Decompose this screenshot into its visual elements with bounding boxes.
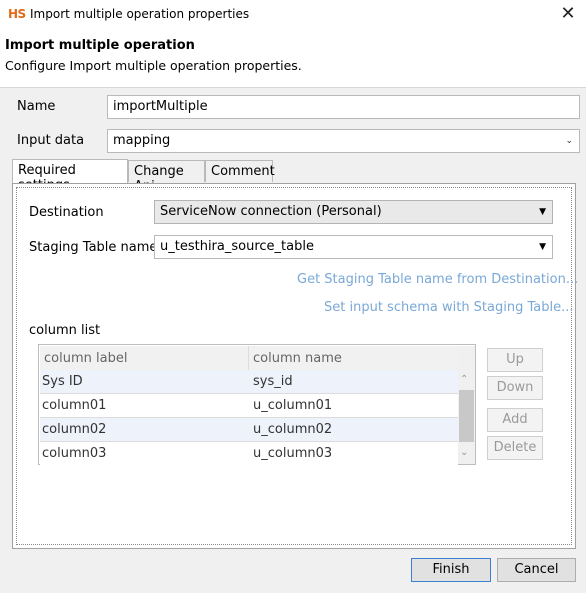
destination-select[interactable]: ServiceNow connection (Personal) ▼ bbox=[154, 200, 553, 224]
table-cell[interactable]: u_column01 bbox=[253, 398, 332, 413]
column-header[interactable]: column label bbox=[44, 351, 127, 366]
cancel-button[interactable]: Cancel bbox=[497, 558, 576, 582]
table-row[interactable] bbox=[40, 370, 458, 394]
get-staging-link[interactable]: Get Staging Table name from Destination.… bbox=[297, 272, 578, 287]
up-button[interactable]: Up bbox=[487, 348, 543, 372]
column-list-label: column list bbox=[29, 323, 101, 338]
scroll-down-icon[interactable]: ⌄ bbox=[460, 447, 468, 458]
tab-comment[interactable]: Comment bbox=[205, 160, 275, 182]
table-cell[interactable]: column03 bbox=[42, 446, 106, 461]
dialog-description: Configure Import multiple operation prop… bbox=[5, 58, 302, 73]
input-data-select[interactable]: mapping ⌄ bbox=[107, 129, 580, 153]
staging-table-combo[interactable]: u_testhira_source_table ▼ bbox=[154, 235, 553, 259]
scrollbar-thumb[interactable] bbox=[459, 390, 474, 442]
finish-button[interactable]: Finish bbox=[411, 558, 491, 582]
set-schema-link[interactable]: Set input schema with Staging Table... bbox=[324, 300, 574, 315]
tab-change-api[interactable]: Change Api bbox=[128, 160, 205, 194]
table-cell[interactable]: sys_id bbox=[253, 374, 293, 389]
scroll-up-icon[interactable]: ⌃ bbox=[460, 374, 468, 385]
table-cell[interactable]: column01 bbox=[42, 398, 106, 413]
down-button[interactable]: Down bbox=[487, 376, 543, 400]
window-title: Import multiple operation properties bbox=[30, 7, 250, 21]
dropdown-arrow-icon: ▼ bbox=[539, 207, 546, 217]
input-data-label: Input data bbox=[17, 133, 85, 148]
app-logo-icon: HS bbox=[8, 7, 26, 21]
delete-button[interactable]: Delete bbox=[487, 436, 543, 460]
dialog-heading: Import multiple operation bbox=[5, 38, 195, 53]
name-label: Name bbox=[17, 99, 56, 114]
staging-table-label: Staging Table name bbox=[29, 240, 158, 255]
tab-required-settings[interactable]: Required settings bbox=[12, 159, 128, 193]
destination-label: Destination bbox=[29, 205, 104, 220]
dropdown-arrow-icon: ▼ bbox=[539, 242, 546, 252]
table-cell[interactable]: u_column02 bbox=[253, 422, 332, 437]
input-data-value: mapping bbox=[113, 133, 171, 148]
table-cell[interactable]: Sys ID bbox=[42, 374, 83, 389]
chevron-down-icon: ⌄ bbox=[565, 136, 573, 146]
table-cell[interactable]: column02 bbox=[42, 422, 106, 437]
add-button[interactable]: Add bbox=[487, 408, 543, 432]
staging-table-value: u_testhira_source_table bbox=[160, 239, 314, 254]
close-icon[interactable]: ✕ bbox=[557, 3, 579, 25]
column-header[interactable]: column name bbox=[253, 351, 342, 366]
name-field[interactable]: importMultiple bbox=[107, 95, 580, 119]
table-cell[interactable]: u_column03 bbox=[253, 446, 332, 461]
destination-value: ServiceNow connection (Personal) bbox=[160, 204, 382, 219]
